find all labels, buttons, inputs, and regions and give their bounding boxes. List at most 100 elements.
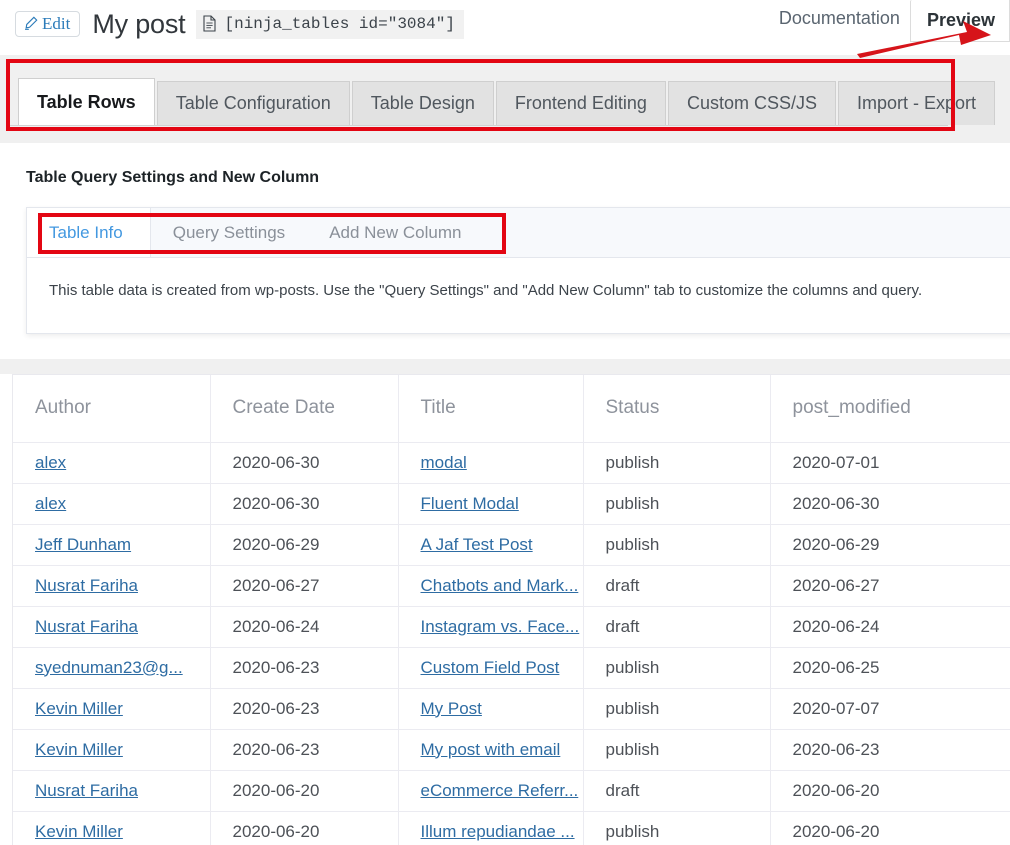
cell-post-modified: 2020-06-30 xyxy=(770,483,1010,525)
edit-button[interactable]: Edit xyxy=(15,11,81,37)
page-title: My post xyxy=(92,8,186,39)
cell-create-date: 2020-06-20 xyxy=(210,770,399,812)
cell-author[interactable]: syednuman23@g... xyxy=(13,647,211,689)
card-tab-add-new-column[interactable]: Add New Column xyxy=(307,208,483,257)
shortcode-copy-box[interactable]: [ninja_tables id="3084"] xyxy=(196,9,464,39)
cell-status: draft xyxy=(583,565,771,607)
cell-author-link[interactable]: alex xyxy=(35,494,66,513)
query-settings-panel: Table Query Settings and New Column Tabl… xyxy=(0,143,1010,359)
cell-author-link[interactable]: alex xyxy=(35,453,66,472)
cell-create-date: 2020-06-27 xyxy=(210,565,399,607)
cell-author-link[interactable]: syednuman23@g... xyxy=(35,658,183,677)
cell-create-date: 2020-06-20 xyxy=(210,811,399,845)
cell-create-date: 2020-06-24 xyxy=(210,606,399,648)
table-header-row: Author Create Date Title Status post_mod… xyxy=(13,375,1010,443)
cell-author[interactable]: Kevin Miller xyxy=(13,729,211,771)
table-info-description: This table data is created from wp-posts… xyxy=(49,282,923,299)
column-header-status[interactable]: Status xyxy=(583,375,771,443)
cell-author[interactable]: Nusrat Fariha xyxy=(13,606,211,648)
cell-author[interactable]: Nusrat Fariha xyxy=(13,770,211,812)
cell-title-link[interactable]: Fluent Modal xyxy=(421,494,519,513)
cell-status: publish xyxy=(583,688,771,730)
cell-author[interactable]: Nusrat Fariha xyxy=(13,565,211,607)
cell-status: publish xyxy=(583,811,771,845)
cell-status: publish xyxy=(583,483,771,525)
table-row: Kevin Miller 2020-06-23 My post with email… xyxy=(13,729,1010,771)
cell-title[interactable]: Custom Field Post xyxy=(398,647,584,689)
tab-frontend-editing[interactable]: Frontend Editing xyxy=(495,81,666,125)
cell-post-modified: 2020-06-20 xyxy=(770,770,1010,812)
card-tab-query-settings[interactable]: Query Settings xyxy=(151,208,307,257)
cell-author-link[interactable]: Kevin Miller xyxy=(35,740,123,759)
edit-button-label: Edit xyxy=(42,14,71,33)
cell-title[interactable]: A Jaf Test Post xyxy=(398,524,584,566)
cell-author[interactable]: alex xyxy=(13,483,211,525)
cell-status: publish xyxy=(583,524,771,566)
cell-title-link[interactable]: My Post xyxy=(421,699,482,718)
table-info-card: Table Info Query Settings Add New Column… xyxy=(26,207,1010,334)
cell-title-link[interactable]: Instagram vs. Face... xyxy=(421,617,580,636)
cell-status: publish xyxy=(583,729,771,771)
cell-author[interactable]: Kevin Miller xyxy=(13,811,211,845)
cell-title-link[interactable]: eCommerce Referr... xyxy=(421,781,579,800)
tab-custom-css-js[interactable]: Custom CSS/JS xyxy=(667,81,836,125)
cell-author-link[interactable]: Nusrat Fariha xyxy=(35,576,138,595)
documentation-link[interactable]: Documentation xyxy=(779,0,910,29)
tabs-underline xyxy=(8,125,948,126)
cell-title-link[interactable]: Chatbots and Mark... xyxy=(421,576,579,595)
cell-title[interactable]: Illum repudiandae ... xyxy=(398,811,584,845)
main-tabs: Table Rows Table Configuration Table Des… xyxy=(8,63,996,125)
cell-author-link[interactable]: Jeff Dunham xyxy=(35,535,131,554)
cell-author[interactable]: Kevin Miller xyxy=(13,688,211,730)
cell-title-link[interactable]: Custom Field Post xyxy=(421,658,560,677)
table-row: Kevin Miller 2020-06-23 My Post publish 2020… xyxy=(13,688,1010,730)
tab-table-rows[interactable]: Table Rows xyxy=(18,78,155,125)
column-header-author[interactable]: Author xyxy=(13,375,211,443)
panel-table-gap xyxy=(0,359,1010,374)
cell-post-modified: 2020-06-23 xyxy=(770,729,1010,771)
cell-title[interactable]: Fluent Modal xyxy=(398,483,584,525)
cell-status: draft xyxy=(583,606,771,648)
cell-author[interactable]: alex xyxy=(13,442,211,484)
header-right-actions: Documentation Preview xyxy=(779,0,1010,44)
column-header-create-date[interactable]: Create Date xyxy=(210,375,399,443)
page-header: Edit My post [ninja_tables id="3084"] Do… xyxy=(0,0,1010,48)
cell-post-modified: 2020-07-07 xyxy=(770,688,1010,730)
cell-title-link[interactable]: My post with email xyxy=(421,740,561,759)
cell-post-modified: 2020-06-20 xyxy=(770,811,1010,845)
tab-import-export[interactable]: Import - Export xyxy=(838,81,996,125)
cell-author-link[interactable]: Kevin Miller xyxy=(35,699,123,718)
cell-title[interactable]: My Post xyxy=(398,688,584,730)
shortcode-text: [ninja_tables id="3084"] xyxy=(224,14,455,33)
table-row: Kevin Miller 2020-06-20 Illum repudiandae … xyxy=(13,811,1010,845)
cell-title-link[interactable]: Illum repudiandae ... xyxy=(421,822,575,841)
column-header-title[interactable]: Title xyxy=(398,375,584,443)
cell-create-date: 2020-06-23 xyxy=(210,647,399,689)
column-header-post-modified[interactable]: post_modified xyxy=(770,375,1010,443)
document-copy-icon xyxy=(203,15,217,32)
cell-title[interactable]: Chatbots and Mark... xyxy=(398,565,584,607)
cell-title-link[interactable]: modal xyxy=(421,453,467,472)
main-tabs-band: Table Rows Table Configuration Table Des… xyxy=(0,55,1010,143)
cell-author[interactable]: Jeff Dunham xyxy=(13,524,211,566)
cell-author-link[interactable]: Nusrat Fariha xyxy=(35,781,138,800)
cell-title-link[interactable]: A Jaf Test Post xyxy=(421,535,533,554)
cell-post-modified: 2020-07-01 xyxy=(770,442,1010,484)
cell-author-link[interactable]: Nusrat Fariha xyxy=(35,617,138,636)
cell-title[interactable]: modal xyxy=(398,442,584,484)
cell-status: publish xyxy=(583,647,771,689)
posts-table-container[interactable]: Author Create Date Title Status post_mod… xyxy=(12,374,1010,845)
tab-table-configuration[interactable]: Table Configuration xyxy=(156,81,350,125)
table-row: syednuman23@g... 2020-06-23 Custom Field P… xyxy=(13,647,1010,689)
card-tab-table-info[interactable]: Table Info xyxy=(27,208,151,257)
table-row: Nusrat Fariha 2020-06-24 Instagram vs. Fac… xyxy=(13,606,1010,648)
cell-title[interactable]: Instagram vs. Face... xyxy=(398,606,584,648)
tab-table-design[interactable]: Table Design xyxy=(351,81,494,125)
cell-status: draft xyxy=(583,770,771,812)
cell-author-link[interactable]: Kevin Miller xyxy=(35,822,123,841)
posts-table-body: alex 2020-06-30 modal publish 2020-07-01 alex… xyxy=(13,442,1010,845)
table-row: alex 2020-06-30 modal publish 2020-07-01 xyxy=(13,442,1010,484)
preview-tab[interactable]: Preview xyxy=(909,0,1010,42)
cell-title[interactable]: eCommerce Referr... xyxy=(398,770,584,812)
cell-title[interactable]: My post with email xyxy=(398,729,584,771)
